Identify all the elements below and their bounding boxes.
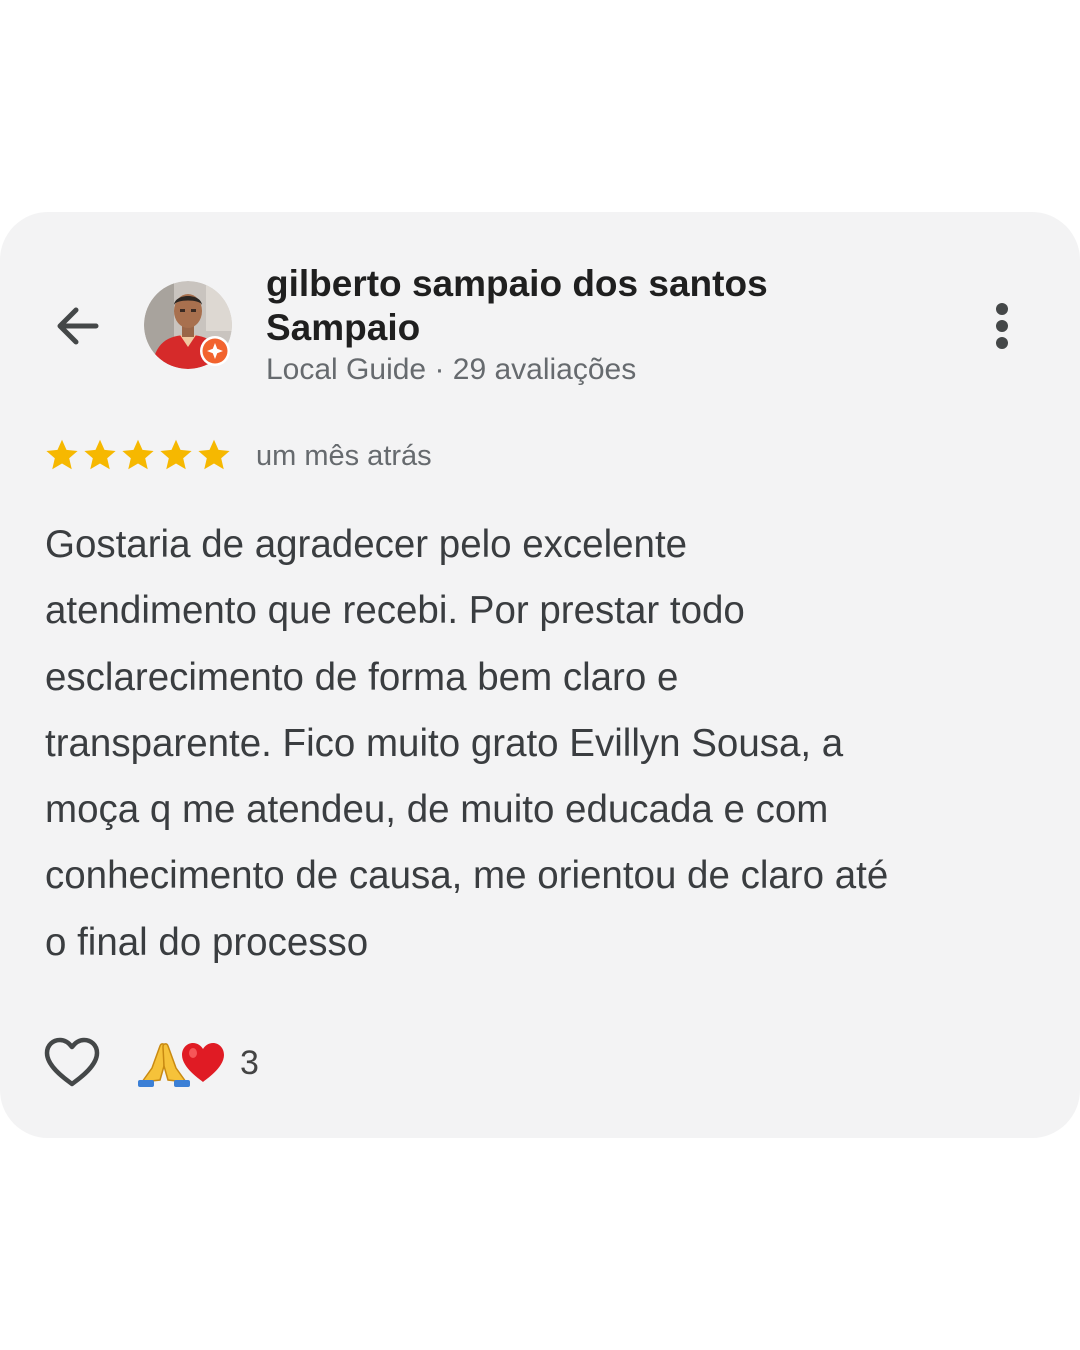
star-icon [84, 439, 116, 470]
reactions[interactable]: 3 [138, 1038, 259, 1088]
like-button[interactable] [42, 1034, 102, 1090]
more-options-button[interactable] [978, 298, 1026, 354]
author-name[interactable]: gilberto sampaio dos santos Sampaio [266, 262, 906, 350]
reaction-count: 3 [240, 1043, 259, 1082]
local-guide-badge-icon [200, 336, 230, 366]
avatar[interactable] [144, 281, 232, 369]
heart-outline-icon [44, 1037, 100, 1087]
star-icon [160, 439, 192, 470]
more-vertical-icon [996, 303, 1008, 349]
star-icon [198, 439, 230, 470]
review-time: um mês atrás [256, 440, 432, 472]
star-icon [46, 439, 78, 470]
arrow-left-icon [57, 307, 99, 345]
back-button[interactable] [50, 298, 106, 354]
review-text: Gostaria de agradecer pelo excelente ate… [45, 523, 889, 964]
red-heart-icon [182, 1043, 224, 1082]
author-meta: Local Guide · 29 avaliações [266, 353, 637, 386]
star-rating [44, 437, 232, 473]
star-icon [122, 439, 154, 470]
